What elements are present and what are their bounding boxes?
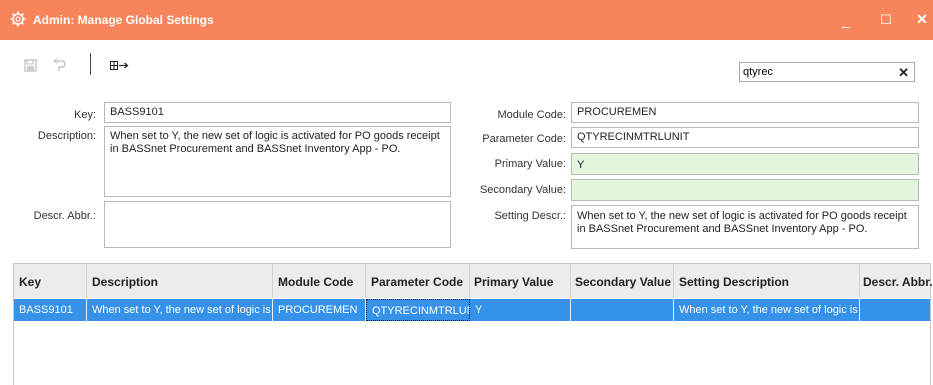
column-header-parameter-code[interactable]: Parameter Code — [371, 275, 463, 289]
title-bar: Admin: Manage Global Settings _ ☐ ✕ — [0, 0, 933, 40]
description-label: Description: — [37, 130, 96, 142]
key-label: Key: — [73, 109, 96, 121]
cell-module-code[interactable]: PROCUREMEN — [273, 299, 366, 321]
primary-value-label: Primary Value: — [494, 158, 566, 170]
column-header-description[interactable]: Description — [92, 275, 158, 289]
column-header-secondary-value[interactable]: Secondary Value — [575, 275, 671, 289]
column-divider[interactable] — [469, 264, 470, 298]
descr-abbr-label: Descr. Abbr.: — [33, 210, 96, 222]
cell-setting-description[interactable]: When set to Y, the new set of logic is a… — [674, 299, 860, 321]
setting-descr-field[interactable]: When set to Y, the new set of logic is a… — [571, 205, 919, 249]
cell-parameter-code[interactable]: QTYRECINMTRLUNIT — [366, 299, 470, 321]
module-code-label: Module Code: — [497, 109, 567, 121]
toolbar-separator — [90, 53, 91, 75]
search-input[interactable] — [743, 66, 893, 78]
export-grid-icon[interactable] — [110, 61, 130, 71]
column-header-setting-description[interactable]: Setting Description — [679, 275, 789, 289]
minimize-button[interactable]: _ — [836, 12, 856, 32]
column-header-module-code[interactable]: Module Code — [278, 275, 353, 289]
module-code-field[interactable]: PROCUREMEN — [571, 102, 919, 123]
parameter-code-label: Parameter Code: — [482, 133, 566, 145]
primary-value-field[interactable]: Y — [571, 153, 919, 175]
column-divider[interactable] — [570, 264, 571, 298]
secondary-value-label: Secondary Value: — [479, 184, 566, 196]
cell-primary-value[interactable]: Y — [470, 299, 571, 321]
column-header-primary-value[interactable]: Primary Value — [474, 275, 553, 289]
cell-secondary-value[interactable] — [571, 299, 674, 321]
settings-grid: Key Description Module Code Parameter Co… — [13, 263, 933, 385]
key-field[interactable]: BASS9101 — [104, 102, 451, 123]
column-divider[interactable] — [365, 264, 366, 298]
cell-descr-abbr[interactable] — [860, 299, 930, 321]
undo-icon[interactable] — [53, 58, 67, 72]
window-title: Admin: Manage Global Settings — [33, 13, 214, 27]
save-icon[interactable] — [24, 59, 38, 73]
setting-descr-label: Setting Descr.: — [494, 210, 566, 222]
search-box[interactable]: ✕ — [739, 62, 915, 82]
column-divider[interactable] — [859, 264, 860, 298]
close-button[interactable]: ✕ — [912, 11, 932, 31]
parameter-code-field[interactable]: QTYRECINMTRLUNIT — [571, 127, 919, 148]
cell-description[interactable]: When set to Y, the new set of logic is a… — [87, 299, 273, 321]
maximize-button[interactable]: ☐ — [876, 12, 896, 32]
grid-header: Key Description Module Code Parameter Co… — [14, 264, 933, 298]
column-divider[interactable] — [673, 264, 674, 298]
descr-abbr-field[interactable] — [104, 201, 451, 248]
column-header-descr-abbr[interactable]: Descr. Abbr. — [863, 275, 933, 289]
description-field[interactable]: When set to Y, the new set of logic is a… — [104, 126, 451, 197]
cell-key[interactable]: BASS9101 — [14, 299, 87, 321]
column-header-key[interactable]: Key — [19, 275, 41, 289]
clear-search-icon[interactable]: ✕ — [898, 65, 909, 81]
column-divider[interactable] — [272, 264, 273, 298]
column-divider[interactable] — [86, 264, 87, 298]
table-row[interactable]: BASS9101 When set to Y, the new set of l… — [14, 299, 930, 321]
secondary-value-field[interactable] — [571, 179, 919, 201]
gear-icon — [10, 11, 26, 27]
